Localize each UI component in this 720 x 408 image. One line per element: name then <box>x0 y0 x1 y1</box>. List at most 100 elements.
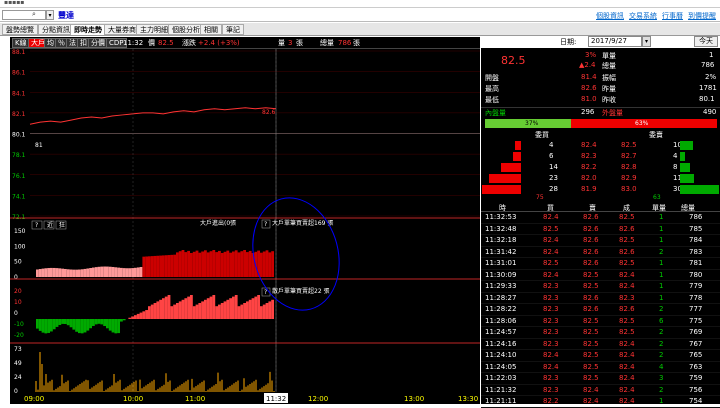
big-bar <box>41 268 45 277</box>
big-bar <box>148 256 151 277</box>
trade-time: 11:30:09 <box>485 270 517 279</box>
tab-main-detail[interactable]: 主力明細 <box>136 24 172 35</box>
big-bar <box>265 250 269 277</box>
trade-ask: 82.5 <box>583 282 599 290</box>
trade-time: 11:22:03 <box>485 374 517 382</box>
big-bar <box>153 255 157 277</box>
big-bar <box>212 250 216 277</box>
net-bar-down <box>58 319 62 325</box>
big-bar <box>89 268 92 277</box>
total-vol-label: 總量 <box>602 62 616 70</box>
trade-deal: 82.4 <box>619 385 635 394</box>
net-bar-down <box>55 319 59 327</box>
net-bar-up <box>271 299 274 319</box>
net-tick-label: 20 <box>14 288 22 295</box>
trade-time: 11:32:18 <box>485 236 517 244</box>
trade-unit: 1 <box>659 213 664 221</box>
trade-unit: 1 <box>659 282 664 290</box>
tab-branches[interactable]: 分點資訊 <box>38 24 74 35</box>
big-bar <box>108 266 112 277</box>
calendar-icon[interactable]: ▾ <box>642 36 651 47</box>
tab-bar: 盤勢總覽 分點資訊 即時走勢 大量券商 主力明細 個股分析 相關 筆記 <box>0 23 720 36</box>
search-icon[interactable]: ⌕ <box>32 10 36 19</box>
book-row: 6 82.3 82.7 4 <box>481 151 720 162</box>
net-bar-down <box>83 319 87 333</box>
net-bar-down <box>69 319 73 328</box>
big-bar <box>243 250 246 277</box>
price-tick-label: 82.1 <box>12 111 26 118</box>
net-bar-up <box>192 306 196 319</box>
price-tick-label: 84.1 <box>12 90 26 97</box>
link-trading[interactable]: 交易系統 <box>629 12 657 20</box>
link-calendar[interactable]: 行事曆 <box>662 12 683 20</box>
big-bar <box>268 252 272 277</box>
trade-bid: 82.4 <box>543 213 559 221</box>
net-bar-down <box>78 319 81 334</box>
tab-realtime[interactable]: 即時走勢 <box>70 24 106 35</box>
trade-deal: 82.4 <box>619 339 635 348</box>
trade-time: 11:28:22 <box>485 305 517 313</box>
big-bar <box>139 267 143 277</box>
kline-button[interactable]: K線 <box>12 38 30 48</box>
net-bar-up <box>156 301 160 319</box>
trade-unit: 2 <box>659 385 664 394</box>
net-bar-down <box>44 319 48 334</box>
net-bar-down <box>64 319 67 324</box>
net-bar-up <box>153 303 157 319</box>
link-alert[interactable]: 到價提醒 <box>688 12 716 20</box>
symbol-input[interactable] <box>2 10 46 20</box>
chevron-down-icon[interactable]: ▾ <box>46 10 54 20</box>
price-split-button[interactable]: 分價 <box>88 38 108 48</box>
ask-qty: 4 <box>673 152 678 160</box>
net-bar-up <box>229 298 232 319</box>
tab-related[interactable]: 相關 <box>200 24 222 35</box>
big-bar <box>190 253 193 277</box>
net-bar-down <box>100 319 104 325</box>
ask-price: 82.8 <box>621 163 637 171</box>
net-bar-up <box>128 317 132 319</box>
tab-overview[interactable]: 盤勢總覽 <box>2 24 38 35</box>
high-value: 82.6 <box>581 84 597 92</box>
tab-notes[interactable]: 筆記 <box>222 24 244 35</box>
trade-total: 784 <box>689 236 703 244</box>
trade-header-row: 時 買 賣 成 單量 總量 <box>481 202 720 212</box>
link-stock-info[interactable]: 個股資訊 <box>596 12 624 20</box>
tab-volume-brokers[interactable]: 大量券商 <box>104 24 140 35</box>
ask-bar <box>680 152 686 161</box>
top-toolbar: ▪▪▪▪▪ <box>0 0 720 8</box>
big-bar <box>136 267 140 277</box>
trade-unit: 1 <box>659 293 664 302</box>
big-bar <box>173 254 176 277</box>
book-row: 28 81.9 83.0 30 <box>481 184 720 195</box>
net-bar-up <box>181 299 185 319</box>
intraday-chart: K線 大戶 均 ％ 法 扣 分價 CDP 11:32 價 82.5 漲跌 +2.… <box>10 37 480 404</box>
trade-deal: 82.4 <box>619 282 635 290</box>
net-bar-up <box>204 299 207 319</box>
price-tick-label: 88.1 <box>12 49 26 56</box>
trade-total: 759 <box>689 374 703 382</box>
net-bar-down <box>94 319 98 325</box>
trade-row: 11:28:22 82.3 82.6 82.6 2 777 <box>481 304 720 316</box>
trade-row: 11:32:48 82.5 82.6 82.6 1 785 <box>481 224 720 235</box>
trade-total: 783 <box>689 247 703 256</box>
price-tick-label: 80.1 <box>12 132 26 139</box>
big-bar <box>226 250 230 277</box>
vol-label: 量 <box>278 39 285 47</box>
date-input[interactable]: 2017/9/27 <box>588 36 642 47</box>
tab-analysis[interactable]: 個股分析 <box>168 24 204 35</box>
today-button[interactable]: 今天 <box>694 36 718 47</box>
trade-list[interactable]: 11:32:53 82.4 82.6 82.5 1 786 11:32:48 82.5 82.6… <box>481 212 720 408</box>
net-bar-up <box>139 312 143 319</box>
big-bar <box>64 268 67 277</box>
trade-bid: 82.3 <box>543 305 559 313</box>
amp-label: 振幅 <box>602 74 616 82</box>
net-bar-up <box>145 310 148 319</box>
net-bar-up <box>162 298 165 319</box>
price-end-label: 82.6 <box>262 109 276 116</box>
big-bar <box>58 268 62 277</box>
change-label: 漲跌 <box>182 39 196 47</box>
chart-canvas[interactable]: 88.1 86.1 84.1 82.1 80.1 78.1 76.1 74.1 72.1 81 82… <box>10 49 480 404</box>
trade-deal: 82.5 <box>619 316 635 325</box>
price-value: 82.5 <box>158 39 174 47</box>
net-bar-up <box>170 306 174 319</box>
